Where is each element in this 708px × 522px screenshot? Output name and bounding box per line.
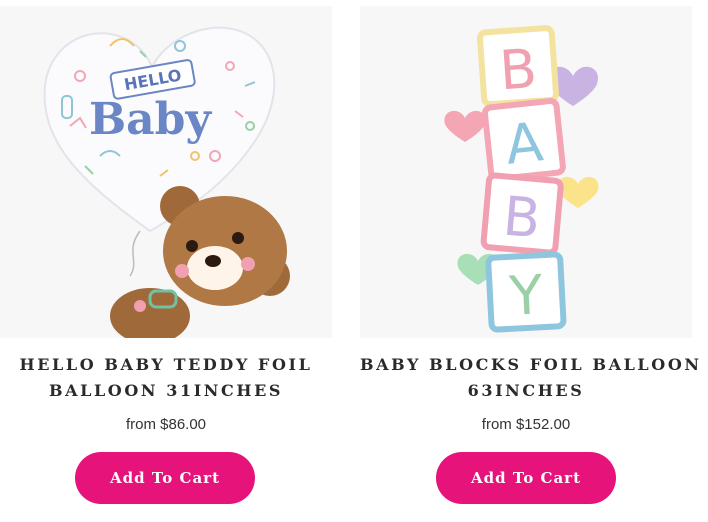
product-title-line-1: HELLO BABY TEDDY FOIL	[19, 355, 313, 374]
product-title-line-2: BALLOON 31INCHES	[48, 381, 284, 400]
product-image-hello-baby[interactable]: HELLO Baby	[0, 6, 332, 338]
baby-blocks-balloon-illustration: B A B Y	[444, 25, 599, 333]
block-letter-a: A	[503, 110, 546, 177]
block-letter-b2: B	[501, 184, 543, 250]
hello-baby-balloon-illustration: HELLO Baby	[43, 26, 290, 338]
product-card-hello-baby: HELLO Baby HELLO BABY TEDDY FOIL BALLOON…	[0, 0, 346, 522]
product-title-line-2: 63INCHES	[467, 381, 585, 400]
product-grid: HELLO Baby HELLO BABY TEDDY FOIL BALLOON…	[0, 0, 708, 522]
add-to-cart-button-hello-baby[interactable]: Add To Cart	[75, 452, 255, 504]
product-card-baby-blocks: B A B Y BABY BLOCKS FOIL BALLOON 63INCHE…	[358, 0, 704, 522]
image-text-baby: Baby	[89, 94, 212, 145]
product-image-baby-blocks[interactable]: B A B Y	[360, 6, 692, 338]
product-title-hello-baby[interactable]: HELLO BABY TEDDY FOIL BALLOON 31INCHES	[0, 352, 332, 404]
block-letter-b1: B	[498, 37, 539, 102]
add-to-cart-button-baby-blocks[interactable]: Add To Cart	[436, 452, 616, 504]
product-price-hello-baby: from $86.00	[125, 416, 207, 433]
product-price-baby-blocks: from $152.00	[481, 416, 571, 433]
product-title-line-1: BABY BLOCKS FOIL BALLOON	[360, 355, 702, 374]
product-title-baby-blocks[interactable]: BABY BLOCKS FOIL BALLOON 63INCHES	[360, 352, 702, 404]
block-letter-y: Y	[507, 263, 545, 328]
